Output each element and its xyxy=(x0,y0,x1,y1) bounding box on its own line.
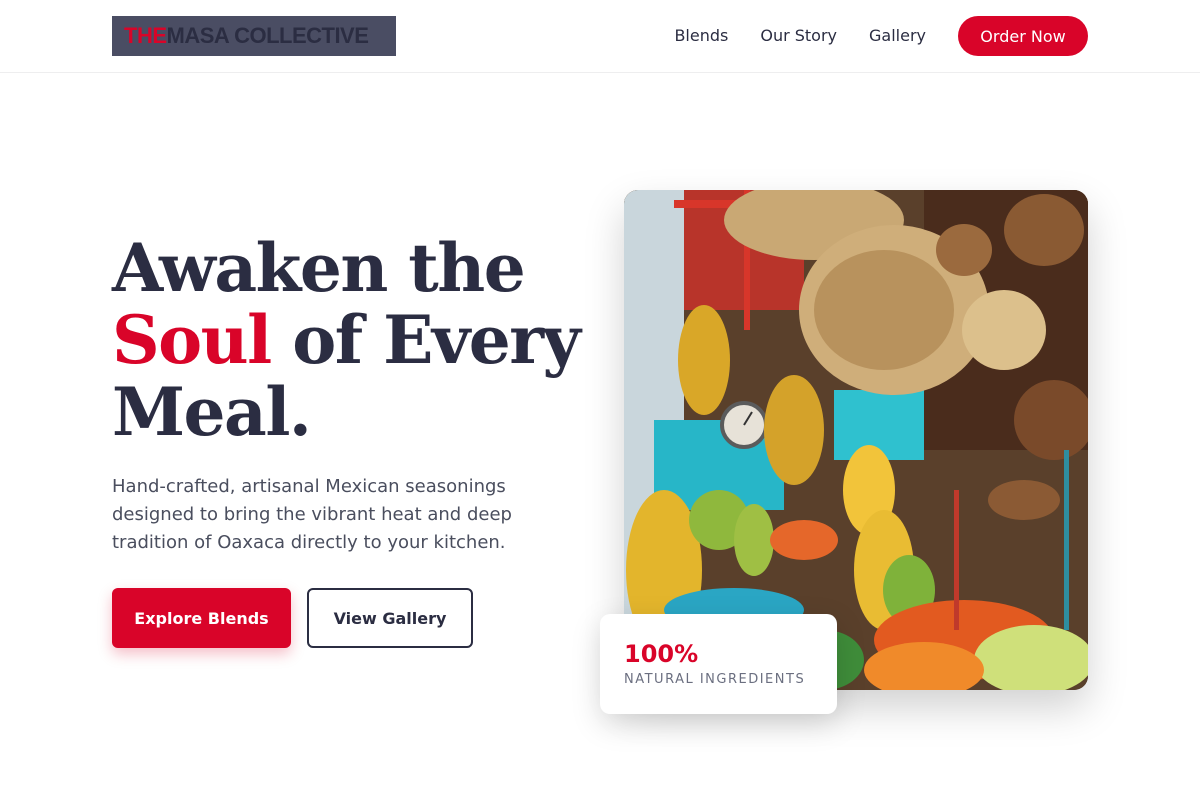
logo-name: MASA COLLECTIVE xyxy=(166,23,369,48)
hero-title: Awaken the Soul of Every Meal. xyxy=(112,232,582,448)
order-now-button[interactable]: Order Now xyxy=(958,16,1088,56)
hero-title-line1: Awaken the xyxy=(112,229,526,307)
hero-description: Hand-crafted, artisanal Mexican seasonin… xyxy=(112,476,512,553)
hero-title-accent: Soul xyxy=(112,301,272,379)
view-gallery-button[interactable]: View Gallery xyxy=(307,588,473,648)
nav-links: Blends Our Story Gallery xyxy=(674,26,926,45)
explore-blends-button[interactable]: Explore Blends xyxy=(112,588,291,648)
stat-label: NATURAL INGREDIENTS xyxy=(624,672,806,687)
nav-link-gallery[interactable]: Gallery xyxy=(869,26,926,45)
natural-ingredients-card: 100% NATURAL INGREDIENTS xyxy=(600,614,837,714)
hero-title-line2: of Every xyxy=(270,301,581,379)
hero-title-line3: Meal. xyxy=(112,373,312,451)
top-navigation: THE MASA COLLECTIVE Blends Our Story Gal… xyxy=(0,0,1200,73)
brand-logo[interactable]: THE MASA COLLECTIVE xyxy=(112,16,396,56)
stat-value: 100% xyxy=(624,640,699,668)
logo-prefix: THE xyxy=(124,23,167,48)
nav-link-our-story[interactable]: Our Story xyxy=(760,26,837,45)
nav-link-blends[interactable]: Blends xyxy=(674,26,728,45)
